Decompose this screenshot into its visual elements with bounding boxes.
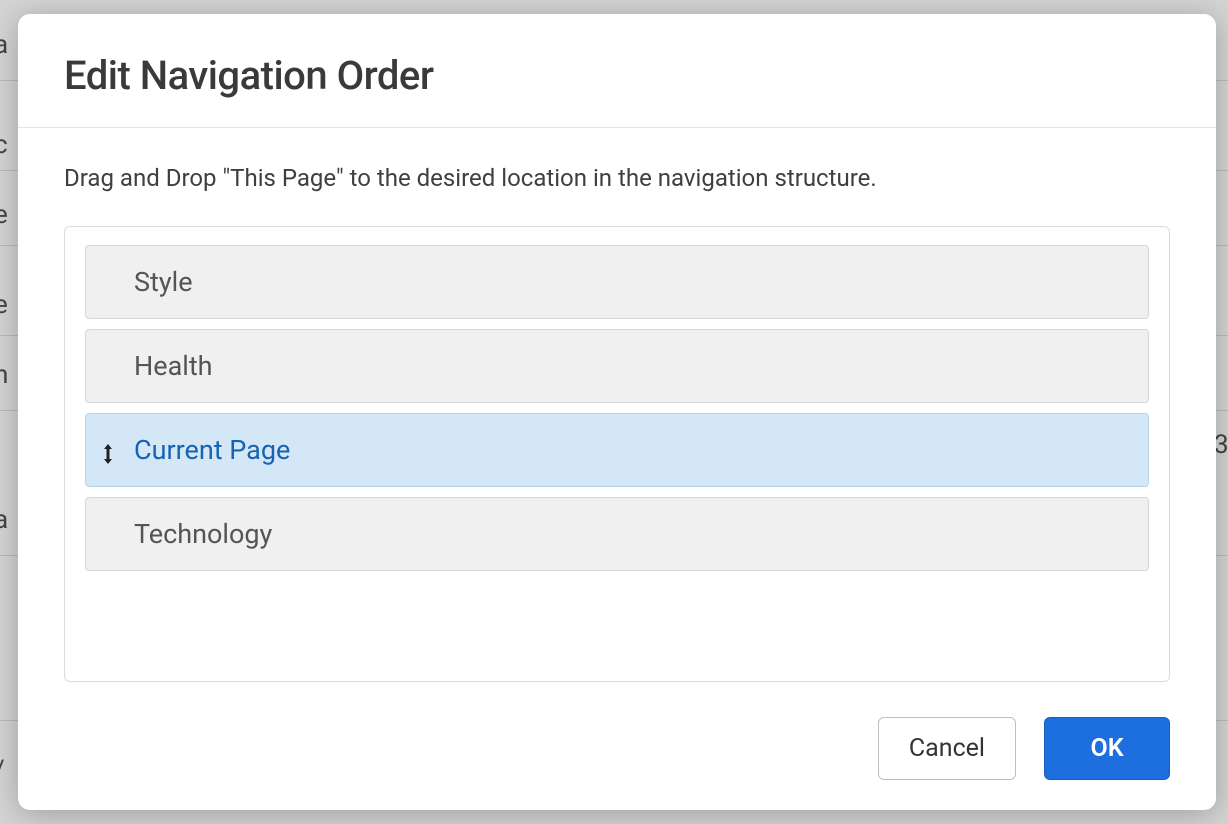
bg-fragment: a xyxy=(0,505,8,535)
bg-fragment: e xyxy=(0,290,8,320)
dialog-body: Drag and Drop "This Page" to the desired… xyxy=(18,128,1216,707)
navigation-list-container: Style Health Current Page Technology xyxy=(64,226,1170,682)
nav-item-label: Health xyxy=(134,350,213,382)
drag-handle-icon[interactable] xyxy=(100,439,118,461)
nav-item-label: Style xyxy=(134,266,193,298)
dialog-footer: Cancel OK xyxy=(18,707,1216,810)
ok-button[interactable]: OK xyxy=(1044,717,1170,780)
nav-item-style[interactable]: Style xyxy=(85,245,1149,319)
dialog-title: Edit Navigation Order xyxy=(64,52,1170,99)
instruction-text: Drag and Drop "This Page" to the desired… xyxy=(64,164,1170,192)
nav-item-label: Current Page xyxy=(134,434,290,466)
nav-item-technology[interactable]: Technology xyxy=(85,497,1149,571)
dialog-header: Edit Navigation Order xyxy=(18,14,1216,128)
bg-fragment: e xyxy=(0,200,8,230)
bg-fragment: c xyxy=(0,130,8,160)
nav-item-health[interactable]: Health xyxy=(85,329,1149,403)
bg-fragment: n xyxy=(0,360,8,390)
bg-fragment: a xyxy=(0,30,8,60)
bg-fragment: 3 xyxy=(1214,430,1228,460)
nav-item-current-page[interactable]: Current Page xyxy=(85,413,1149,487)
edit-navigation-order-dialog: Edit Navigation Order Drag and Drop "Thi… xyxy=(18,14,1216,810)
nav-item-label: Technology xyxy=(134,518,272,550)
cancel-button[interactable]: Cancel xyxy=(878,717,1016,780)
bg-fragment: / xyxy=(0,755,5,785)
